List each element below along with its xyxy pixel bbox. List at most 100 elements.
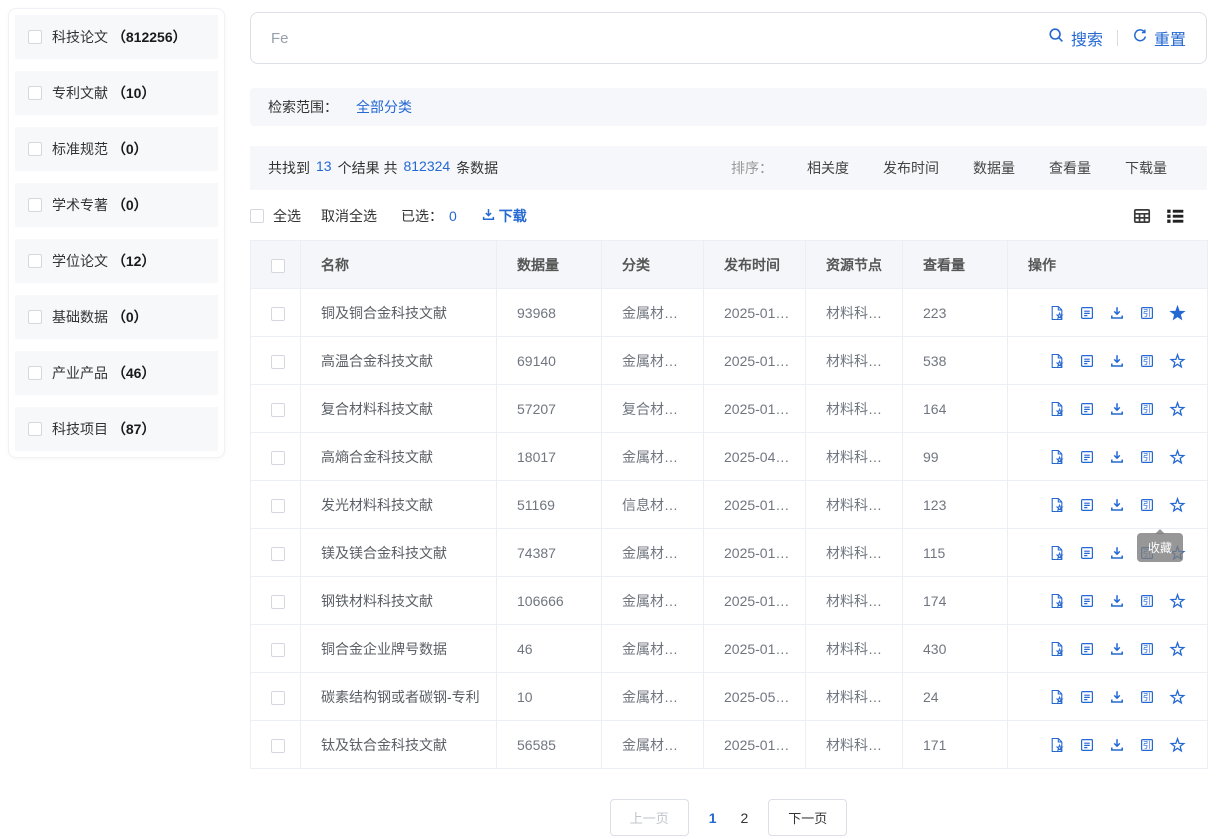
doc-star-icon[interactable] xyxy=(1049,353,1065,369)
doc-lines-icon[interactable] xyxy=(1079,593,1095,609)
row-checkbox[interactable] xyxy=(271,403,285,417)
row-checkbox[interactable] xyxy=(271,355,285,369)
select-all-link[interactable]: 全选 xyxy=(273,206,301,226)
citation-icon[interactable]: 引 xyxy=(1139,593,1155,609)
sidebar-item-0[interactable]: 科技论文 （812256） xyxy=(15,15,218,59)
select-all-checkbox[interactable] xyxy=(250,209,264,223)
favorite-star-icon[interactable] xyxy=(1169,688,1186,705)
citation-icon[interactable]: 引 xyxy=(1139,737,1155,753)
row-checkbox[interactable] xyxy=(271,547,285,561)
row-checkbox[interactable] xyxy=(271,691,285,705)
row-name: 碳素结构钢或者碳钢-专利 xyxy=(301,673,497,721)
sort-option-2[interactable]: 数据量 xyxy=(973,158,1015,178)
grid-view-icon[interactable] xyxy=(1132,206,1152,226)
sidebar-checkbox[interactable] xyxy=(28,86,42,100)
download-row-icon[interactable] xyxy=(1109,305,1125,321)
doc-lines-icon[interactable] xyxy=(1079,353,1095,369)
doc-star-icon[interactable] xyxy=(1049,449,1065,465)
sort-option-4[interactable]: 下载量 xyxy=(1125,158,1167,178)
sort-option-3[interactable]: 查看量 xyxy=(1049,158,1091,178)
doc-star-icon[interactable] xyxy=(1049,641,1065,657)
doc-star-icon[interactable] xyxy=(1049,593,1065,609)
page-number-1[interactable]: 1 xyxy=(705,810,721,826)
sidebar-item-6[interactable]: 产业产品 （46） xyxy=(15,351,218,395)
row-checkbox[interactable] xyxy=(271,307,285,321)
sidebar-item-1[interactable]: 专利文献 （10） xyxy=(15,71,218,115)
sidebar-checkbox[interactable] xyxy=(28,30,42,44)
citation-icon[interactable]: 引 xyxy=(1139,305,1155,321)
download-row-icon[interactable] xyxy=(1109,353,1125,369)
doc-lines-icon[interactable] xyxy=(1079,449,1095,465)
list-view-icon[interactable] xyxy=(1165,206,1185,226)
doc-lines-icon[interactable] xyxy=(1079,497,1095,513)
reset-icon xyxy=(1132,28,1148,49)
doc-lines-icon[interactable] xyxy=(1079,641,1095,657)
sidebar-checkbox[interactable] xyxy=(28,198,42,212)
favorite-star-icon[interactable] xyxy=(1169,448,1186,465)
citation-icon[interactable]: 引 xyxy=(1139,689,1155,705)
doc-star-icon[interactable] xyxy=(1049,737,1065,753)
favorite-star-icon[interactable] xyxy=(1169,736,1186,753)
row-checkbox[interactable] xyxy=(271,595,285,609)
doc-lines-icon[interactable] xyxy=(1079,737,1095,753)
doc-star-icon[interactable] xyxy=(1049,497,1065,513)
doc-lines-icon[interactable] xyxy=(1079,401,1095,417)
citation-icon[interactable]: 引 xyxy=(1139,353,1155,369)
search-input[interactable] xyxy=(271,30,1048,47)
header-checkbox[interactable] xyxy=(271,259,285,273)
doc-lines-icon[interactable] xyxy=(1079,545,1095,561)
row-checkbox[interactable] xyxy=(271,739,285,753)
col-header-name: 名称 xyxy=(301,241,497,289)
download-row-icon[interactable] xyxy=(1109,449,1125,465)
sidebar-item-4[interactable]: 学位论文 （12） xyxy=(15,239,218,283)
download-row-icon[interactable] xyxy=(1109,737,1125,753)
favorite-star-icon[interactable] xyxy=(1169,496,1186,513)
favorite-star-icon[interactable] xyxy=(1169,352,1186,369)
row-checkbox[interactable] xyxy=(271,643,285,657)
citation-icon[interactable]: 引 xyxy=(1139,497,1155,513)
download-row-icon[interactable] xyxy=(1109,689,1125,705)
sidebar-checkbox[interactable] xyxy=(28,254,42,268)
doc-star-icon[interactable] xyxy=(1049,401,1065,417)
favorite-star-icon[interactable] xyxy=(1169,640,1186,657)
favorite-star-icon[interactable] xyxy=(1169,592,1186,609)
reset-button[interactable]: 重置 xyxy=(1132,26,1186,50)
scope-all-categories-link[interactable]: 全部分类 xyxy=(356,97,412,117)
row-checkbox[interactable] xyxy=(271,499,285,513)
page-number-2[interactable]: 2 xyxy=(737,810,753,826)
doc-lines-icon[interactable] xyxy=(1079,689,1095,705)
prev-page-button[interactable]: 上一页 xyxy=(610,799,689,836)
row-node: 材料科… xyxy=(806,673,903,721)
sidebar-item-5[interactable]: 基础数据 （0） xyxy=(15,295,218,339)
deselect-all-link[interactable]: 取消全选 xyxy=(321,206,377,226)
doc-star-icon[interactable] xyxy=(1049,305,1065,321)
favorite-star-icon[interactable] xyxy=(1169,400,1186,417)
download-row-icon[interactable] xyxy=(1109,545,1125,561)
doc-star-icon[interactable] xyxy=(1049,545,1065,561)
sidebar-item-2[interactable]: 标准规范 （0） xyxy=(15,127,218,171)
doc-star-icon[interactable] xyxy=(1049,689,1065,705)
sort-option-0[interactable]: 相关度 xyxy=(807,158,849,178)
sidebar-item-label: 产业产品 （46） xyxy=(52,363,155,383)
row-checkbox[interactable] xyxy=(271,451,285,465)
sidebar-checkbox[interactable] xyxy=(28,142,42,156)
download-row-icon[interactable] xyxy=(1109,401,1125,417)
citation-icon[interactable]: 引 xyxy=(1139,401,1155,417)
doc-lines-icon[interactable] xyxy=(1079,305,1095,321)
next-page-button[interactable]: 下一页 xyxy=(768,799,847,836)
search-button[interactable]: 搜索 xyxy=(1048,26,1103,50)
sidebar-checkbox[interactable] xyxy=(28,422,42,436)
download-row-icon[interactable] xyxy=(1109,593,1125,609)
download-selected-button[interactable]: 下载 xyxy=(481,206,527,226)
citation-icon[interactable]: 引 xyxy=(1139,449,1155,465)
sidebar-checkbox[interactable] xyxy=(28,310,42,324)
sidebar-checkbox[interactable] xyxy=(28,366,42,380)
sort-option-1[interactable]: 发布时间 xyxy=(883,158,939,178)
download-row-icon[interactable] xyxy=(1109,497,1125,513)
sidebar-item-7[interactable]: 科技项目 （87） xyxy=(15,407,218,451)
citation-icon[interactable]: 引 xyxy=(1139,641,1155,657)
sidebar-item-3[interactable]: 学术专著 （0） xyxy=(15,183,218,227)
favorite-star-icon[interactable] xyxy=(1169,304,1186,321)
download-row-icon[interactable] xyxy=(1109,641,1125,657)
row-node: 材料科… xyxy=(806,385,903,433)
